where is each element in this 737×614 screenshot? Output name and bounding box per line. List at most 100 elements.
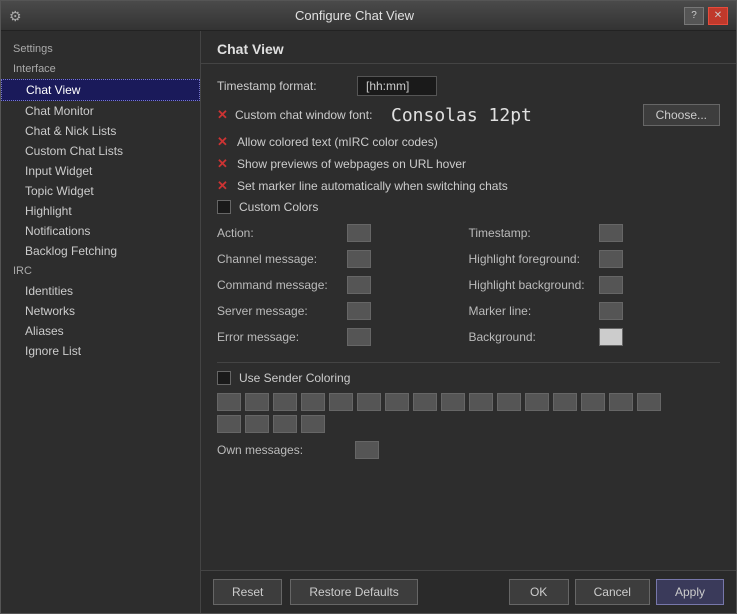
colors-right: Timestamp: Highlight foreground: Highlig… — [469, 224, 721, 354]
sidebar-item-notifications[interactable]: Notifications — [1, 221, 200, 241]
apply-button[interactable]: Apply — [656, 579, 724, 605]
marker-line-row: ✕ Set marker line automatically when swi… — [217, 178, 720, 194]
restore-defaults-button[interactable]: Restore Defaults — [290, 579, 417, 605]
titlebar-buttons: ? ✕ — [684, 7, 728, 25]
sidebar-item-aliases[interactable]: Aliases — [1, 321, 200, 341]
sidebar-item-chat-monitor[interactable]: Chat Monitor — [1, 101, 200, 121]
titlebar: ⚙ Configure Chat View ? ✕ — [1, 1, 736, 31]
sender-swatch-7[interactable] — [385, 393, 409, 411]
interface-label: Interface — [1, 59, 200, 79]
error-color-swatch[interactable] — [347, 328, 371, 346]
panel-title: Chat View — [217, 41, 284, 57]
window-icon: ⚙ — [9, 8, 25, 24]
sender-swatch-14[interactable] — [581, 393, 605, 411]
sidebar-item-identities[interactable]: Identities — [1, 281, 200, 301]
action-color-swatch[interactable] — [347, 224, 371, 242]
custom-colors-label: Custom Colors — [239, 200, 318, 214]
main-panel: Chat View Timestamp format: [hh:mm] ✕ Cu… — [201, 31, 736, 613]
sender-coloring-label: Use Sender Coloring — [239, 371, 350, 385]
custom-colors-row: Custom Colors — [217, 200, 720, 214]
sidebar-item-custom-chat-lists[interactable]: Custom Chat Lists — [1, 141, 200, 161]
marker-line-x[interactable]: ✕ — [217, 178, 231, 194]
sidebar-item-chat-nick-lists[interactable]: Chat & Nick Lists — [1, 121, 200, 141]
sender-swatch-13[interactable] — [553, 393, 577, 411]
sidebar-item-ignore-list[interactable]: Ignore List — [1, 341, 200, 361]
sender-swatch-18[interactable] — [245, 415, 269, 433]
sender-swatch-8[interactable] — [413, 393, 437, 411]
channel-color-label: Channel message: — [217, 252, 347, 266]
choose-font-button[interactable]: Choose... — [643, 104, 720, 126]
timestamp-color-swatch[interactable] — [599, 224, 623, 242]
own-messages-row: Own messages: — [217, 441, 720, 459]
sidebar-item-chat-view[interactable]: Chat View — [1, 79, 200, 101]
sender-swatch-9[interactable] — [441, 393, 465, 411]
sidebar-item-input-widget[interactable]: Input Widget — [1, 161, 200, 181]
sender-swatch-10[interactable] — [469, 393, 493, 411]
sender-swatch-17[interactable] — [217, 415, 241, 433]
server-color-row: Server message: — [217, 302, 469, 320]
cancel-button[interactable]: Cancel — [575, 579, 650, 605]
channel-color-swatch[interactable] — [347, 250, 371, 268]
timestamp-color-row: Timestamp: — [469, 224, 721, 242]
highlight-fg-label: Highlight foreground: — [469, 252, 599, 266]
sender-swatch-6[interactable] — [357, 393, 381, 411]
sender-swatch-11[interactable] — [497, 393, 521, 411]
sender-swatch-20[interactable] — [301, 415, 325, 433]
window-title: Configure Chat View — [295, 8, 414, 23]
font-row: ✕ Custom chat window font: Consolas 12pt… — [217, 104, 720, 126]
highlight-fg-swatch[interactable] — [599, 250, 623, 268]
colored-text-row: ✕ Allow colored text (mIRC color codes) — [217, 134, 720, 150]
close-button[interactable]: ✕ — [708, 7, 728, 25]
panel-content: Timestamp format: [hh:mm] ✕ Custom chat … — [201, 64, 736, 570]
reset-button[interactable]: Reset — [213, 579, 282, 605]
timestamp-label: Timestamp format: — [217, 79, 357, 93]
sender-swatch-4[interactable] — [301, 393, 325, 411]
footer-left: Reset Restore Defaults — [213, 579, 418, 605]
sender-coloring-checkbox[interactable] — [217, 371, 231, 385]
sender-swatch-5[interactable] — [329, 393, 353, 411]
sender-swatch-1[interactable] — [217, 393, 241, 411]
sidebar-item-topic-widget[interactable]: Topic Widget — [1, 181, 200, 201]
marker-line-color-row: Marker line: — [469, 302, 721, 320]
sender-swatch-2[interactable] — [245, 393, 269, 411]
colored-text-x[interactable]: ✕ — [217, 134, 231, 150]
colors-left: Action: Channel message: Command message… — [217, 224, 469, 354]
server-color-label: Server message: — [217, 304, 347, 318]
action-color-row: Action: — [217, 224, 469, 242]
sidebar-item-highlight[interactable]: Highlight — [1, 201, 200, 221]
show-previews-label: Show previews of webpages on URL hover — [237, 157, 466, 171]
show-previews-x[interactable]: ✕ — [217, 156, 231, 172]
marker-line-color-label: Marker line: — [469, 304, 599, 318]
colors-section: Action: Channel message: Command message… — [217, 224, 720, 354]
footer: Reset Restore Defaults OK Cancel Apply — [201, 570, 736, 613]
sidebar-item-backlog-fetching[interactable]: Backlog Fetching — [1, 241, 200, 261]
sender-swatch-19[interactable] — [273, 415, 297, 433]
ok-button[interactable]: OK — [509, 579, 569, 605]
sender-swatch-15[interactable] — [609, 393, 633, 411]
custom-colors-checkbox[interactable] — [217, 200, 231, 214]
background-swatch[interactable] — [599, 328, 623, 346]
highlight-fg-row: Highlight foreground: — [469, 250, 721, 268]
timestamp-color-label: Timestamp: — [469, 226, 599, 240]
font-label: Custom chat window font: — [235, 108, 375, 122]
timestamp-format-input[interactable]: [hh:mm] — [357, 76, 437, 96]
marker-line-swatch[interactable] — [599, 302, 623, 320]
marker-line-label: Set marker line automatically when switc… — [237, 179, 508, 193]
sender-swatch-12[interactable] — [525, 393, 549, 411]
sidebar-item-networks[interactable]: Networks — [1, 301, 200, 321]
sender-swatch-16[interactable] — [637, 393, 661, 411]
server-color-swatch[interactable] — [347, 302, 371, 320]
font-checkbox-x[interactable]: ✕ — [217, 107, 231, 123]
content-area: Settings Interface Chat View Chat Monito… — [1, 31, 736, 613]
sender-coloring-row: Use Sender Coloring — [217, 371, 720, 385]
help-button[interactable]: ? — [684, 7, 704, 25]
command-color-swatch[interactable] — [347, 276, 371, 294]
highlight-bg-row: Highlight background: — [469, 276, 721, 294]
error-color-row: Error message: — [217, 328, 469, 346]
own-messages-swatch[interactable] — [355, 441, 379, 459]
sender-swatches-row1 — [217, 393, 677, 433]
settings-label: Settings — [1, 39, 200, 59]
channel-color-row: Channel message: — [217, 250, 469, 268]
sender-swatch-3[interactable] — [273, 393, 297, 411]
highlight-bg-swatch[interactable] — [599, 276, 623, 294]
